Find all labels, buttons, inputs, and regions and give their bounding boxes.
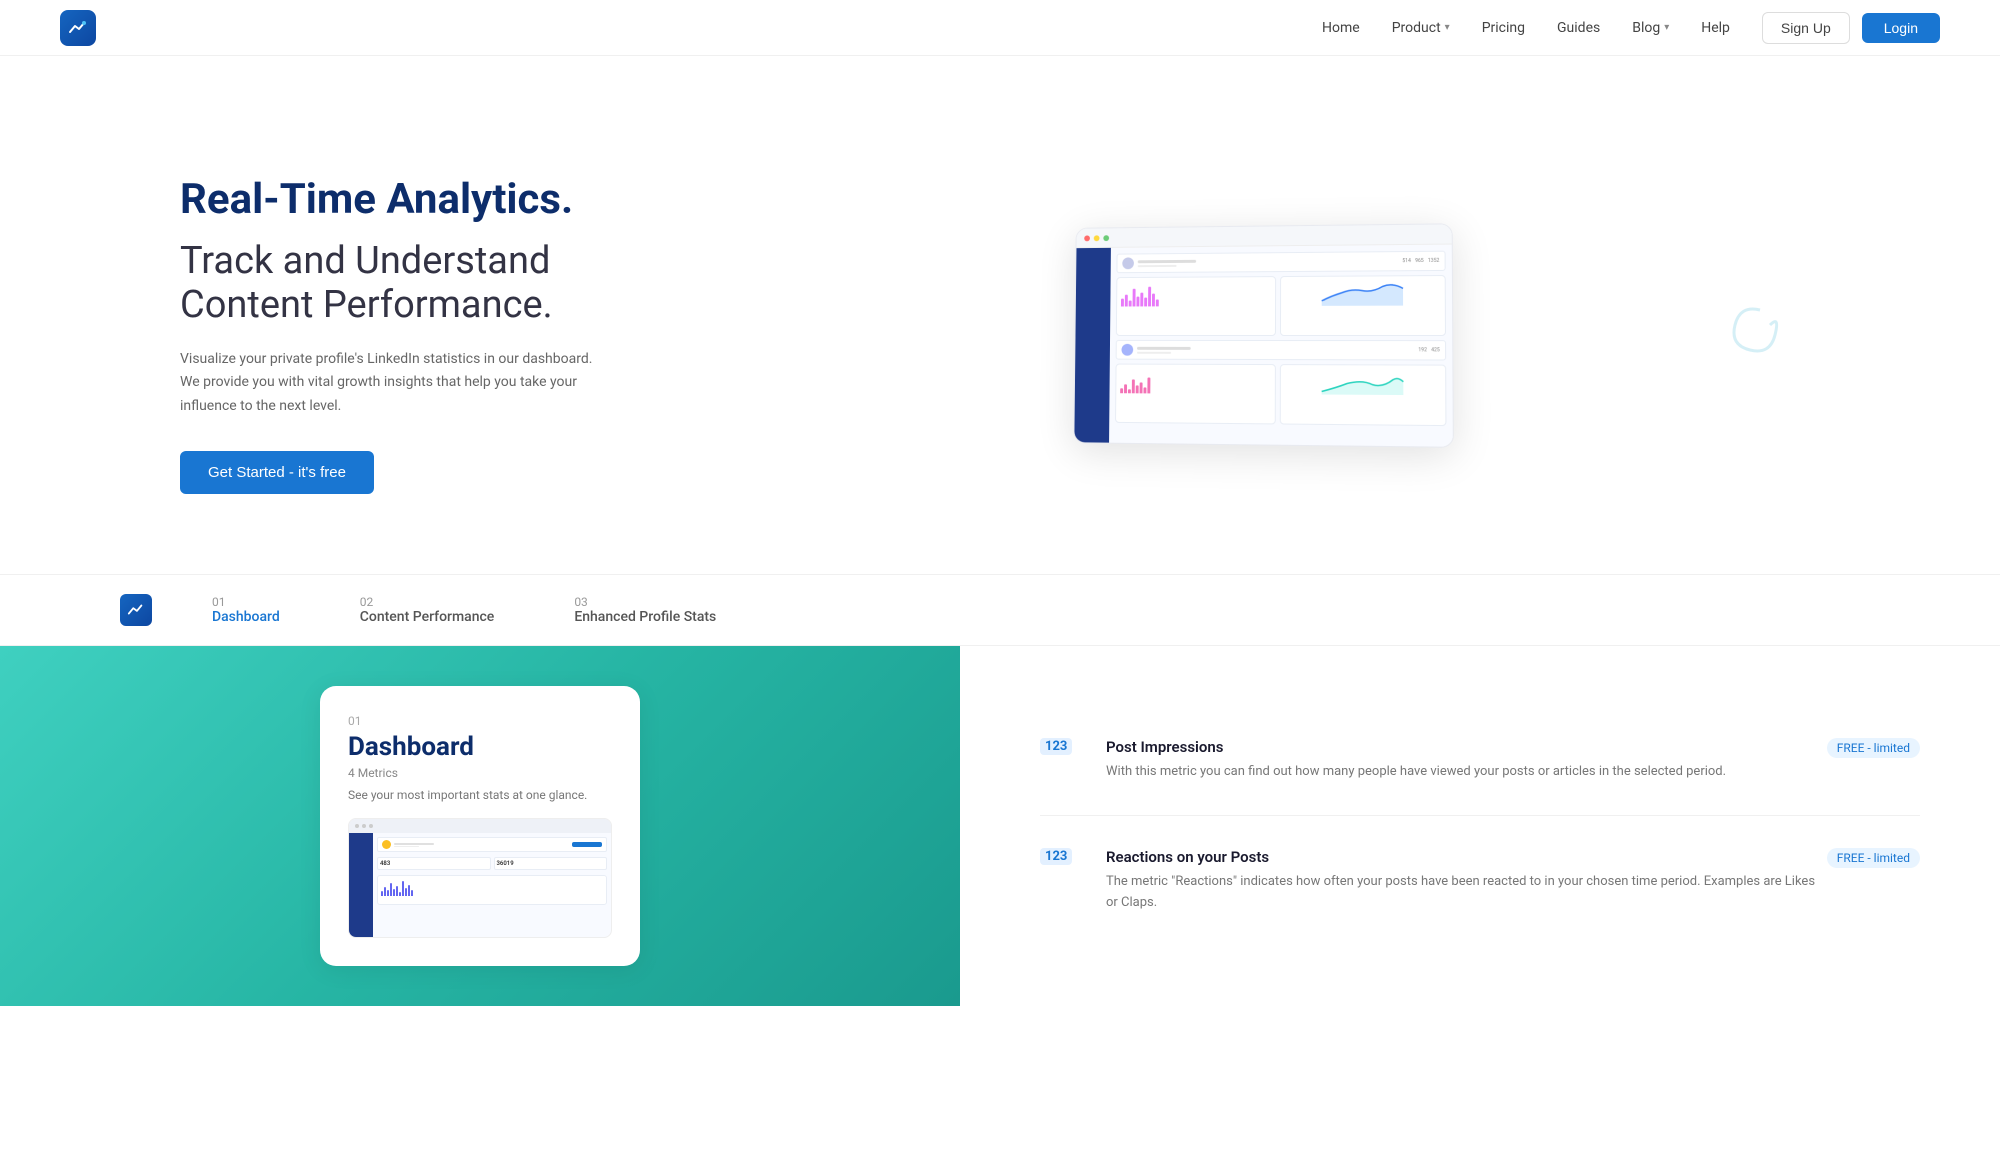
mini-db-content: 483 36019 [373, 833, 611, 937]
metric-info-2: Reactions on your Posts The metric "Reac… [1106, 848, 1827, 914]
brand-logo[interactable] [60, 10, 96, 46]
logo-icon [60, 10, 96, 46]
feature-card-num: 01 [348, 714, 612, 728]
nav-guides[interactable]: Guides [1557, 20, 1600, 36]
login-button[interactable]: Login [1862, 13, 1940, 43]
metric-info-1: Post Impressions With this metric you ca… [1106, 738, 1827, 783]
section-tabs: 01 Dashboard 02 Content Performance 03 E… [0, 574, 2000, 646]
feature-right: 123 Post Impressions With this metric yo… [960, 646, 2000, 1006]
area-chart-2 [1285, 369, 1441, 395]
tab-content-performance[interactable]: 02 Content Performance [360, 595, 495, 625]
avatar-1 [1122, 257, 1134, 269]
nav-blog[interactable]: Blog ▾ [1632, 20, 1669, 36]
dot-red [1084, 235, 1090, 241]
feature-card-title: Dashboard [348, 732, 612, 762]
tab-ep-label: Enhanced Profile Stats [574, 609, 716, 625]
nav-product[interactable]: Product ▾ [1392, 20, 1450, 36]
feature-section: 01 Dashboard 4 Metrics See your most imp… [0, 646, 2000, 1006]
blog-chevron-icon: ▾ [1664, 22, 1669, 33]
mini-blue-button [572, 842, 602, 847]
dot-green [1103, 235, 1109, 241]
tab-cp-label: Content Performance [360, 609, 495, 625]
product-chevron-icon: ▾ [1445, 22, 1450, 33]
dot-yellow [1094, 235, 1100, 241]
chart-card-1 [1116, 276, 1276, 336]
mini-db-topbar [349, 819, 611, 833]
nav-buttons: Sign Up Login [1762, 12, 1940, 44]
mini-chart-card [377, 875, 607, 905]
mini-db-sidebar [349, 833, 373, 937]
mini-bar-chart [381, 878, 603, 896]
user-info-1 [1138, 258, 1398, 267]
tab-enhanced-profile[interactable]: 03 Enhanced Profile Stats [574, 595, 716, 625]
nav-home[interactable]: Home [1322, 20, 1360, 36]
mini-dot-1 [355, 824, 359, 828]
charts-row-1 [1116, 275, 1446, 336]
mini-db-body: 483 36019 [349, 833, 611, 937]
decorative-curl-icon [1690, 305, 1790, 405]
metric-item-2: 123 Reactions on your Posts The metric "… [1040, 848, 1920, 914]
tab-dashboard-label: Dashboard [212, 609, 280, 625]
metric-plan-2: FREE - limited [1827, 848, 1920, 868]
mini-dot-3 [369, 824, 373, 828]
mini-dot-2 [362, 824, 366, 828]
avatar-2 [1121, 344, 1133, 356]
mini-avatar [382, 840, 391, 849]
hero-subtitle: Track and Understand Content Performance… [180, 240, 700, 327]
navbar: Home Product ▾ Pricing Guides Blog ▾ Hel… [0, 0, 2000, 56]
metric-badge-1: 123 [1040, 738, 1072, 755]
nav-links: Home Product ▾ Pricing Guides Blog ▾ Hel… [1322, 20, 1730, 36]
hero-right: 514 965 1352 [700, 225, 1820, 445]
hero-cta-button[interactable]: Get Started - it's free [180, 451, 374, 494]
signup-button[interactable]: Sign Up [1762, 12, 1850, 44]
dashboard-preview: 514 965 1352 [1073, 223, 1454, 448]
feature-card-desc: See your most important stats at one gla… [348, 786, 612, 804]
feature-card-badge: 4 Metrics [348, 766, 612, 780]
mini-stat-2: 36019 [494, 857, 608, 870]
tab-brand-logo [120, 594, 152, 626]
metric-desc-1: With this metric you can find out how ma… [1106, 762, 1827, 783]
chart-card-2 [1280, 275, 1446, 336]
metric-title-2: Reactions on your Posts [1106, 848, 1827, 866]
tab-cp-num: 02 [360, 595, 495, 609]
metric-plan-1: FREE - limited [1827, 738, 1920, 758]
metric-icon-2: 123 [1040, 848, 1090, 865]
hero-description: Visualize your private profile's LinkedI… [180, 348, 600, 419]
tab-dashboard[interactable]: 01 Dashboard [212, 595, 280, 625]
metric-item-1: 123 Post Impressions With this metric yo… [1040, 738, 1920, 816]
hero-title-bold: Real-Time Analytics. [180, 176, 700, 224]
tab-ep-num: 03 [574, 595, 716, 609]
nav-help[interactable]: Help [1701, 20, 1730, 36]
tab-dashboard-num: 01 [212, 595, 280, 609]
nav-pricing[interactable]: Pricing [1482, 20, 1525, 36]
mini-stat-1: 483 [377, 857, 491, 870]
metric-icon-1: 123 [1040, 738, 1090, 755]
user-info-2 [1137, 346, 1414, 353]
hero-section: Real-Time Analytics. Track and Understan… [0, 56, 2000, 574]
mini-dashboard-preview: 483 36019 [348, 818, 612, 938]
hero-left: Real-Time Analytics. Track and Understan… [180, 176, 700, 494]
mockup-sidebar [1074, 248, 1111, 443]
feature-card: 01 Dashboard 4 Metrics See your most imp… [320, 686, 640, 966]
bar-chart-1 [1121, 281, 1271, 306]
area-chart-1 [1285, 280, 1441, 306]
bar-chart-2 [1120, 369, 1271, 395]
metric-badge-2: 123 [1040, 848, 1072, 865]
feature-left: 01 Dashboard 4 Metrics See your most imp… [0, 646, 960, 1006]
metric-title-1: Post Impressions [1106, 738, 1827, 756]
charts-row-2 [1115, 364, 1446, 427]
mini-chart-row [377, 875, 607, 905]
chart-card-3 [1115, 364, 1276, 425]
mockup-body: 514 965 1352 [1074, 245, 1453, 447]
mockup-content: 514 965 1352 [1109, 245, 1453, 447]
metric-desc-2: The metric "Reactions" indicates how oft… [1106, 872, 1827, 914]
chart-card-4 [1280, 364, 1447, 426]
